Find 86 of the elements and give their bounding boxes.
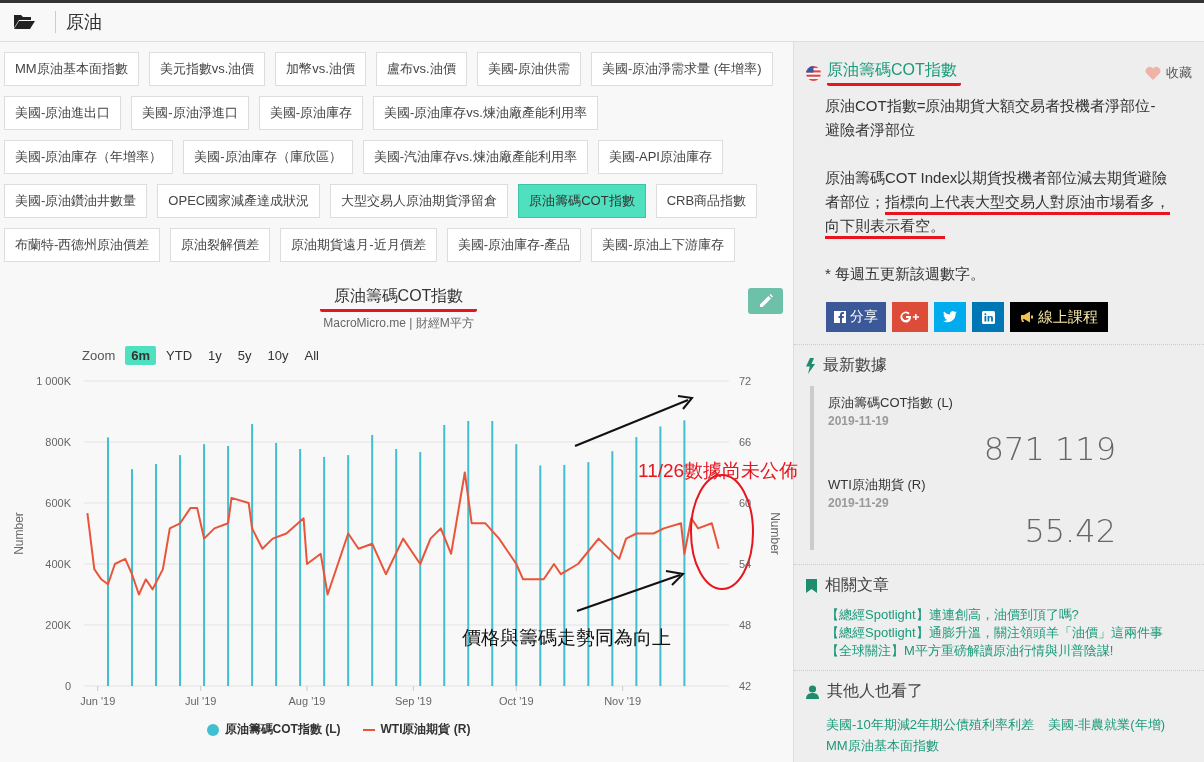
axis-label: 72 bbox=[739, 375, 752, 387]
zoom-option[interactable]: All bbox=[298, 345, 325, 365]
facebook-icon bbox=[834, 311, 846, 323]
axis-label: 800K bbox=[45, 436, 71, 448]
axis-title: Number bbox=[768, 512, 782, 555]
category-tag[interactable]: 美國-原油庫存 bbox=[258, 96, 364, 130]
category-tag[interactable]: 美國-原油庫存vs.煉油廠產能利用率 bbox=[373, 96, 598, 130]
linkedin-button[interactable] bbox=[972, 302, 1004, 332]
twitter-icon bbox=[943, 311, 957, 323]
axis-label: 48 bbox=[739, 619, 752, 631]
series-date: 2019-11-29 bbox=[828, 496, 890, 510]
category-tag[interactable]: 美國-汽油庫存vs.煉油廠產能利用率 bbox=[362, 140, 588, 174]
axis-label: 600K bbox=[45, 497, 71, 509]
category-tag[interactable]: 原油期貨遠月-近月價差 bbox=[280, 228, 437, 262]
axis-label: Jun '19 bbox=[80, 695, 116, 707]
category-tag[interactable]: OPEC國家減產達成狀況 bbox=[157, 184, 321, 218]
category-tag[interactable]: 大型交易人原油期貨淨留倉 bbox=[330, 184, 509, 218]
heart-icon bbox=[1145, 66, 1161, 80]
axis-label: 66 bbox=[739, 436, 752, 448]
zoom-option[interactable]: 10y bbox=[261, 345, 295, 365]
category-tag[interactable]: 美元指數vs.油價 bbox=[148, 52, 266, 86]
axis-title: Number bbox=[12, 512, 26, 555]
zoom-option[interactable]: 6m bbox=[125, 345, 157, 365]
zoom-option[interactable]: 5y bbox=[231, 345, 258, 365]
legend-label[interactable]: 原油籌碼COT指數 (L) bbox=[224, 721, 341, 738]
series-date: 2019-11-19 bbox=[828, 414, 890, 428]
zoom-label: Zoom bbox=[82, 347, 116, 363]
category-tag[interactable]: 盧布vs.油價 bbox=[375, 52, 467, 86]
zoom-option[interactable]: YTD bbox=[160, 345, 199, 365]
category-tag[interactable]: 美國-原油庫存-產品 bbox=[446, 228, 582, 262]
axis-label: Jul '19 bbox=[184, 695, 217, 707]
bookmark-icon bbox=[806, 578, 817, 593]
description-text: * 每週五更新該週數字。 bbox=[825, 264, 986, 284]
category-tag[interactable]: 美國-原油淨進口 bbox=[131, 96, 249, 130]
category-tag[interactable]: 美國-API原油庫存 bbox=[597, 140, 723, 174]
category-tag[interactable]: 美國-原油庫存（庫欣區） bbox=[183, 140, 353, 174]
pencil-icon bbox=[758, 294, 773, 308]
edit-button[interactable] bbox=[748, 288, 783, 314]
series-value: 871 119 bbox=[982, 430, 1117, 468]
indicator-title: 原油籌碼COT指數 bbox=[827, 60, 961, 86]
lightning-icon bbox=[806, 357, 815, 374]
axis-label: 0 bbox=[64, 680, 71, 692]
linkedin-icon bbox=[981, 310, 995, 324]
folder-icon[interactable] bbox=[14, 14, 35, 30]
category-tag[interactable]: 原油籌碼COT指數 bbox=[518, 184, 646, 218]
section-title: 其他人也看了 bbox=[827, 681, 923, 701]
twitter-button[interactable] bbox=[934, 302, 966, 332]
category-tag[interactable]: 美國-原油上下游庫存 bbox=[591, 228, 735, 262]
category-tag[interactable]: 美國-原油鑽油井數量 bbox=[4, 184, 148, 218]
category-tag[interactable]: 美國-原油供需 bbox=[476, 52, 581, 86]
zoom-option[interactable]: 1y bbox=[202, 345, 228, 365]
category-tag[interactable]: 原油裂解價差 bbox=[170, 228, 271, 262]
axis-label: 42 bbox=[739, 680, 752, 692]
axis-label: Aug '19 bbox=[288, 695, 326, 707]
flag-icon bbox=[806, 65, 821, 81]
favorite-button[interactable]: 收藏 bbox=[1145, 64, 1192, 82]
google-button[interactable] bbox=[892, 302, 928, 332]
page-title: 原油 bbox=[66, 11, 102, 34]
description-text: 原油籌碼COT Index以期貨投機者部位減去期貨避險者部位；指標向上代表大型交易人對原油市場看多，向下則表示看空。 bbox=[825, 168, 1170, 236]
axis-label: Nov '19 bbox=[604, 695, 642, 707]
chart-title: 原油籌碼COT指數 bbox=[319, 286, 478, 312]
facebook-button[interactable]: 分享 bbox=[826, 302, 886, 332]
google-plus-icon bbox=[900, 311, 920, 323]
axis-label: Sep '19 bbox=[394, 695, 432, 707]
description-text: 原油COT指數=原油期貨大額交易者投機者淨部位-避險者淨部位 bbox=[825, 96, 1157, 140]
section-title: 最新數據 bbox=[823, 355, 887, 375]
chart-subtitle: MacroMicro.me | 財經M平方 bbox=[322, 315, 475, 332]
series-value: 55.42 bbox=[1023, 512, 1117, 550]
legend-label[interactable]: WTI原油期貨 (R) bbox=[380, 721, 471, 738]
axis-label: 1 000K bbox=[36, 375, 71, 387]
series-name: WTI原油期貨 (R) bbox=[828, 476, 927, 494]
category-tag[interactable]: 美國-原油庫存（年增率） bbox=[4, 140, 174, 174]
category-tag[interactable]: 加幣vs.油價 bbox=[275, 52, 366, 86]
course-button[interactable]: 線上課程 bbox=[1010, 302, 1108, 332]
axis-label: Oct '19 bbox=[499, 695, 534, 707]
category-tag[interactable]: 美國-原油進出口 bbox=[4, 96, 122, 130]
category-tag[interactable]: MM原油基本面指數 bbox=[4, 52, 139, 86]
axis-label: 400K bbox=[45, 558, 71, 570]
series-name: 原油籌碼COT指數 (L) bbox=[828, 394, 954, 412]
axis-label: 200K bbox=[45, 619, 71, 631]
person-icon bbox=[806, 684, 819, 699]
category-tag[interactable]: 美國-原油淨需求量 (年增率) bbox=[590, 52, 773, 86]
category-tag[interactable]: 布蘭特-西德州原油價差 bbox=[4, 228, 161, 262]
category-tag[interactable]: CRB商品指數 bbox=[655, 184, 758, 218]
megaphone-icon bbox=[1020, 311, 1034, 323]
section-title: 相關文章 bbox=[825, 575, 889, 595]
